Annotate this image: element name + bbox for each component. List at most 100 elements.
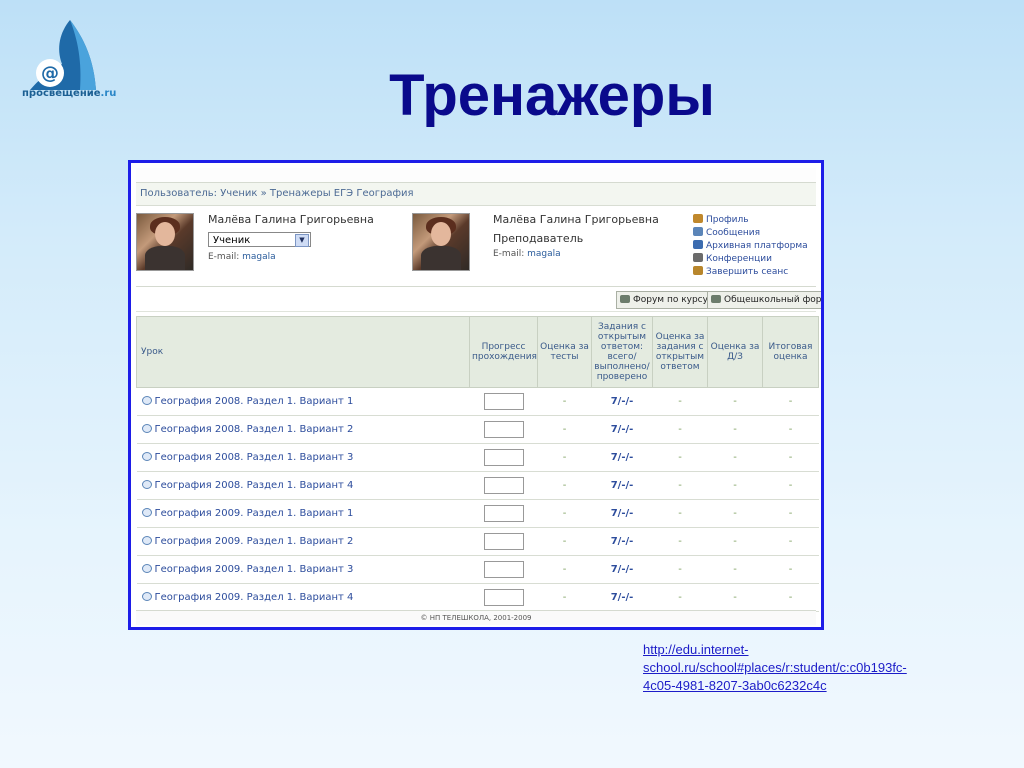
menu-link-logout[interactable]: Завершить сеанс — [693, 266, 808, 279]
homework-grade-cell: - — [707, 583, 763, 612]
progress-cell — [469, 583, 538, 612]
school-forum-button[interactable]: Общешкольный форум — [707, 291, 821, 309]
archive-icon — [693, 240, 703, 249]
role-select-value: Ученик — [213, 235, 251, 246]
test-grade-cell: - — [537, 583, 592, 612]
student-avatar — [136, 213, 194, 271]
lesson-cell[interactable]: География 2009. Раздел 1. Вариант 2 — [136, 527, 470, 556]
lesson-link[interactable]: География 2008. Раздел 1. Вариант 2 — [155, 424, 354, 435]
lesson-cell[interactable]: География 2008. Раздел 1. Вариант 4 — [136, 471, 470, 500]
chevron-down-icon[interactable]: ▼ — [295, 234, 309, 247]
lesson-link[interactable]: География 2008. Раздел 1. Вариант 3 — [155, 452, 354, 463]
progress-cell — [469, 415, 538, 444]
users-panel: Малёва Галина Григорьевна Ученик ▼ E-mai… — [136, 206, 816, 287]
table-row: География 2009. Раздел 1. Вариант 2 -7/-/… — [136, 527, 819, 556]
lesson-link[interactable]: География 2009. Раздел 1. Вариант 2 — [155, 536, 354, 547]
table-row: География 2008. Раздел 1. Вариант 4-7/-/… — [136, 471, 819, 500]
role-select[interactable]: Ученик ▼ — [208, 232, 311, 247]
lesson-cell[interactable]: География 2009. Раздел 1. Вариант 3 — [136, 555, 470, 584]
student-name: Малёва Галина Григорьевна — [208, 213, 374, 226]
final-grade-cell: - — [762, 415, 819, 444]
open-tasks-cell[interactable]: 7/-/- — [591, 415, 653, 444]
progress-box — [483, 449, 524, 466]
open-tasks-cell[interactable]: 7/-/- — [591, 555, 653, 584]
progress-cell — [469, 527, 538, 556]
lesson-cell[interactable]: География 2008. Раздел 1. Вариант 3 — [136, 443, 470, 472]
lesson-link[interactable]: География 2009. Раздел 1. Вариант 3 — [155, 564, 354, 575]
envelope-icon — [693, 227, 703, 236]
homework-grade-cell: - — [707, 443, 763, 472]
progress-cell — [469, 387, 538, 416]
progress-box — [483, 477, 524, 494]
final-grade-cell: - — [762, 555, 819, 584]
open-grade-cell: - — [652, 415, 708, 444]
open-tasks-cell[interactable]: 7/-/- — [591, 499, 653, 528]
teacher-avatar — [412, 213, 470, 271]
test-grade-cell: - — [537, 471, 592, 500]
final-grade-cell: - — [762, 471, 819, 500]
menu-link-messages[interactable]: Сообщения — [693, 227, 808, 240]
teacher-role: Преподаватель — [493, 232, 584, 245]
lesson-cell[interactable]: География 2009. Раздел 1. Вариант 4 — [136, 583, 470, 612]
exit-icon — [693, 266, 703, 275]
open-tasks-cell[interactable]: 7/-/- — [591, 443, 653, 472]
homework-grade-cell: - — [707, 499, 763, 528]
conference-icon — [693, 253, 703, 262]
table-row: География 2008. Раздел 1. Вариант 1-7/-/… — [136, 387, 819, 416]
homework-grade-cell: - — [707, 415, 763, 444]
lesson-cell[interactable]: География 2008. Раздел 1. Вариант 1 — [136, 387, 470, 416]
forum-toolbar: Форум по курсу Общешкольный форум — [136, 287, 821, 312]
test-grade-cell: - — [537, 387, 592, 416]
top-bar — [136, 168, 816, 183]
menu-link-conferences[interactable]: Конференции — [693, 253, 808, 266]
homework-grade-cell: - — [707, 471, 763, 500]
open-tasks-cell[interactable]: 7/-/- — [591, 527, 653, 556]
lesson-cell[interactable]: География 2008. Раздел 1. Вариант 2 — [136, 415, 470, 444]
student-email-link[interactable]: magala — [242, 252, 276, 262]
menu-link-profile[interactable]: Профиль — [693, 214, 808, 227]
slide-title: Тренажеры — [389, 63, 715, 128]
test-grade-cell: - — [537, 443, 592, 472]
progress-box — [483, 533, 524, 550]
lesson-cell[interactable]: География 2009. Раздел 1. Вариант 1 — [136, 499, 470, 528]
open-tasks-cell[interactable]: 7/-/- — [591, 583, 653, 612]
lesson-icon — [141, 536, 152, 545]
col-progress: Прогресс прохождения — [469, 316, 538, 388]
lesson-link[interactable]: География 2009. Раздел 1. Вариант 1 — [155, 508, 354, 519]
homework-grade-cell: - — [707, 387, 763, 416]
lesson-link[interactable]: География 2008. Раздел 1. Вариант 1 — [155, 396, 354, 407]
test-grade-cell: - — [537, 415, 592, 444]
open-grade-cell: - — [652, 583, 708, 612]
final-grade-cell: - — [762, 387, 819, 416]
progress-cell — [469, 443, 538, 472]
table-row: География 2009. Раздел 1. Вариант 1 - 7/-/… — [136, 499, 819, 528]
progress-box — [483, 393, 524, 410]
col-lesson: Урок — [136, 316, 470, 388]
forum-icon — [620, 295, 630, 303]
open-tasks-cell[interactable]: 7/-/- — [591, 471, 653, 500]
teacher-name: Малёва Галина Григорьевна — [493, 213, 659, 226]
col-open-tasks: Задания с открытым ответом: всего/ выпол… — [591, 316, 653, 388]
lessons-table: Урок Прогресс прохождения Оценка за тест… — [136, 316, 819, 612]
table-row: География 2009. Раздел 1. Вариант 4-7/-/… — [136, 583, 819, 612]
progress-cell — [469, 499, 538, 528]
source-link[interactable]: http://edu.internet-school.ru/school#pla… — [643, 641, 913, 695]
user-menu: Профиль Сообщения Архивная платформа Кон… — [693, 214, 808, 279]
teacher-email: E-mail: magala — [493, 249, 561, 259]
lesson-icon — [141, 480, 152, 489]
col-open-grade: Оценка за задания с открытым ответом — [652, 316, 708, 388]
lesson-link[interactable]: География 2008. Раздел 1. Вариант 4 — [155, 480, 354, 491]
open-grade-cell: - — [652, 555, 708, 584]
menu-link-archive[interactable]: Архивная платформа — [693, 240, 808, 253]
breadcrumb-prefix[interactable]: Пользователь: Ученик » — [140, 188, 270, 199]
lesson-link[interactable]: География 2009. Раздел 1. Вариант 4 — [155, 592, 354, 603]
col-final-grade: Итоговая оценка — [762, 316, 819, 388]
course-forum-button[interactable]: Форум по курсу — [616, 291, 713, 309]
col-test-grade: Оценка за тесты — [537, 316, 592, 388]
footer-copyright: © НП ТЕЛЕШКОЛА, 2001-2009 — [136, 610, 816, 625]
teacher-email-link[interactable]: magala — [527, 249, 561, 259]
lesson-icon — [141, 564, 152, 573]
test-grade-cell: - — [537, 527, 592, 556]
open-tasks-cell[interactable]: 7/-/- — [591, 387, 653, 416]
final-grade-cell: - — [762, 499, 819, 528]
